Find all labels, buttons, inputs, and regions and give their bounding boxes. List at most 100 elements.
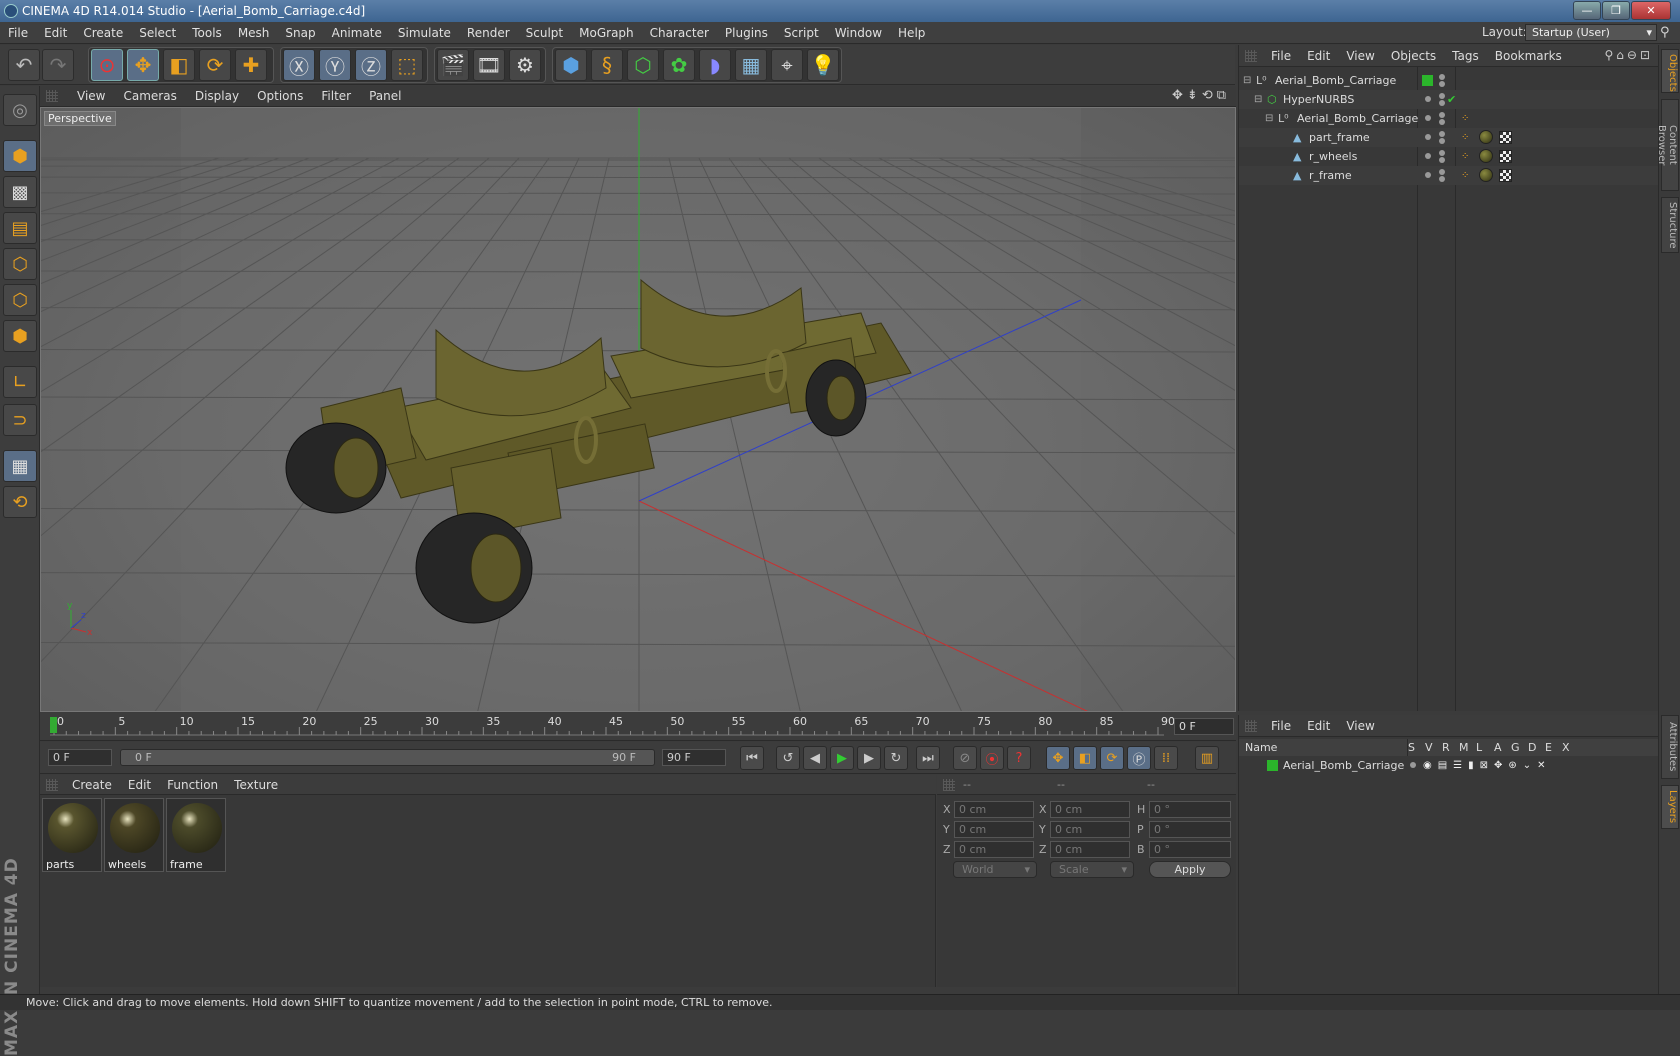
menu-edit[interactable]: Edit: [36, 22, 75, 44]
key-scale-icon[interactable]: ◧: [1073, 746, 1097, 770]
key-rotation-icon[interactable]: ⟳: [1100, 746, 1124, 770]
viewport-menu-display[interactable]: Display: [186, 89, 248, 103]
editor-visibility-dot[interactable]: [1439, 169, 1445, 175]
menu-select[interactable]: Select: [131, 22, 184, 44]
rotate-tool-icon[interactable]: ⟳: [199, 49, 231, 81]
go-to-start-icon[interactable]: ⏮: [740, 746, 764, 770]
nurbs-icon[interactable]: ⬡: [627, 49, 659, 81]
panel-grip-icon[interactable]: [1245, 50, 1257, 62]
previous-key-icon[interactable]: ↺: [776, 746, 800, 770]
editor-visibility-dot[interactable]: [1439, 150, 1445, 156]
visibility-dot[interactable]: [1425, 172, 1431, 178]
editor-visibility-dot[interactable]: [1439, 112, 1445, 118]
size-y-field[interactable]: 0 cm: [1050, 821, 1130, 838]
layout-dropdown[interactable]: Startup (User): [1525, 24, 1657, 41]
make-editable-icon[interactable]: ◎: [3, 94, 37, 126]
collapse-icon[interactable]: ⊟: [1243, 71, 1251, 90]
render-picture-viewer-icon[interactable]: 🎞: [473, 49, 505, 81]
rotation-p-field[interactable]: 0 °: [1149, 821, 1231, 838]
coordinate-system-icon[interactable]: ⬚: [391, 49, 423, 81]
phong-tag-icon[interactable]: ⁘: [1461, 109, 1469, 128]
layer-column-manager[interactable]: M: [1459, 739, 1469, 756]
move-tool-icon[interactable]: ✥: [127, 49, 159, 81]
spline-icon[interactable]: §: [591, 49, 623, 81]
object-row[interactable]: ▲ r_wheels ⁘: [1239, 147, 1659, 166]
render-visibility-dot[interactable]: [1439, 100, 1445, 106]
keyframe-selection-icon[interactable]: ?: [1007, 746, 1031, 770]
render-visibility-dot[interactable]: [1439, 138, 1445, 144]
viewport-menu-panel[interactable]: Panel: [360, 89, 410, 103]
snap-icon[interactable]: ⟲: [3, 486, 37, 518]
workplane-lock-icon[interactable]: ▦: [3, 450, 37, 482]
material-swatch[interactable]: frame: [166, 798, 226, 872]
layers-menu-view[interactable]: View: [1338, 719, 1382, 733]
layer-row[interactable]: Aerial_Bomb_Carriage ◉▤☰▮⊠✥⊛⌄✕: [1239, 756, 1659, 775]
tab-attributes[interactable]: Attributes: [1661, 715, 1679, 779]
viewport-navigation-icons[interactable]: ✥⇟⟲⧉: [1172, 88, 1230, 103]
timeline-current-frame-field[interactable]: 0 F: [1174, 718, 1234, 735]
tab-objects[interactable]: Objects: [1661, 49, 1679, 93]
magnet-icon[interactable]: ⊃: [3, 404, 37, 436]
editor-visibility-dot[interactable]: [1439, 131, 1445, 137]
viewport-menu-view[interactable]: View: [68, 89, 114, 103]
render-visibility-dot[interactable]: [1439, 81, 1445, 87]
tab-structure[interactable]: Structure: [1661, 197, 1679, 253]
recent-tool-icon[interactable]: ✚: [235, 49, 267, 81]
panel-grip-icon[interactable]: [46, 779, 58, 791]
visibility-dot[interactable]: [1425, 96, 1431, 102]
material-tag-icon[interactable]: [1479, 168, 1493, 182]
minimize-button[interactable]: —: [1573, 1, 1601, 20]
material-menu-function[interactable]: Function: [159, 778, 226, 792]
menu-script[interactable]: Script: [776, 22, 827, 44]
previous-frame-icon[interactable]: ◀: [803, 746, 827, 770]
perspective-viewport[interactable]: y x z Perspective: [40, 107, 1236, 712]
object-row[interactable]: ▲ r_frame ⁘: [1239, 166, 1659, 185]
menu-create[interactable]: Create: [75, 22, 131, 44]
edges-mode-icon[interactable]: ⬡: [3, 284, 37, 316]
viewport-menu-options[interactable]: Options: [248, 89, 312, 103]
objects-menu-bookmarks[interactable]: Bookmarks: [1487, 49, 1570, 63]
material-menu-edit[interactable]: Edit: [120, 778, 159, 792]
layer-column-locked[interactable]: L: [1476, 739, 1482, 756]
rotation-b-field[interactable]: 0 °: [1149, 841, 1231, 858]
next-key-icon[interactable]: ↻: [884, 746, 908, 770]
collapse-icon[interactable]: ⊟: [1254, 90, 1262, 109]
visibility-dot[interactable]: [1425, 134, 1431, 140]
position-x-field[interactable]: 0 cm: [954, 801, 1034, 818]
start-frame-field[interactable]: 0 F: [48, 749, 112, 766]
objects-menu-objects[interactable]: Objects: [1383, 49, 1444, 63]
layers-menu-file[interactable]: File: [1263, 719, 1299, 733]
layers-menu-edit[interactable]: Edit: [1299, 719, 1338, 733]
end-frame-field[interactable]: 90 F: [662, 749, 726, 766]
layer-column-view[interactable]: V: [1425, 739, 1433, 756]
apply-button[interactable]: Apply: [1149, 861, 1231, 878]
camera-icon[interactable]: ⌖: [771, 49, 803, 81]
menu-animate[interactable]: Animate: [324, 22, 390, 44]
key-position-icon[interactable]: ✥: [1046, 746, 1070, 770]
points-mode-icon[interactable]: ⬡: [3, 248, 37, 280]
layer-color-swatch[interactable]: [1267, 760, 1278, 771]
menu-plugins[interactable]: Plugins: [717, 22, 776, 44]
menu-simulate[interactable]: Simulate: [390, 22, 459, 44]
close-button[interactable]: ✕: [1631, 1, 1671, 20]
deformer-icon[interactable]: ◗: [699, 49, 731, 81]
layer-solo-dot[interactable]: [1410, 762, 1416, 768]
live-selection-icon[interactable]: ⊙: [91, 49, 123, 81]
editor-visibility-dot[interactable]: [1439, 74, 1445, 80]
y-axis-lock-icon[interactable]: Ⓨ: [319, 49, 351, 81]
axis-mode-icon[interactable]: ∟: [3, 366, 37, 398]
menu-render[interactable]: Render: [459, 22, 518, 44]
layer-column-solo[interactable]: S: [1408, 739, 1415, 756]
collapse-icon[interactable]: ⊟: [1265, 109, 1273, 128]
layer-column-deformers[interactable]: D: [1528, 739, 1536, 756]
object-row[interactable]: ⊟ L⁰ Aerial_Bomb_Carriage ⁘: [1239, 109, 1659, 128]
redo-icon[interactable]: ↷: [42, 49, 74, 81]
menu-sculpt[interactable]: Sculpt: [518, 22, 571, 44]
floor-icon[interactable]: ▦: [735, 49, 767, 81]
material-menu-texture[interactable]: Texture: [226, 778, 286, 792]
go-to-end-icon[interactable]: ⏭: [916, 746, 940, 770]
timeline-ruler[interactable]: 051015202530354045505560657075808590 0 F: [40, 713, 1236, 741]
coordinate-space-dropdown[interactable]: World: [953, 861, 1037, 878]
preview-range-slider[interactable]: 0 F 90 F: [120, 749, 655, 766]
layer-column-xref[interactable]: X: [1562, 739, 1570, 756]
